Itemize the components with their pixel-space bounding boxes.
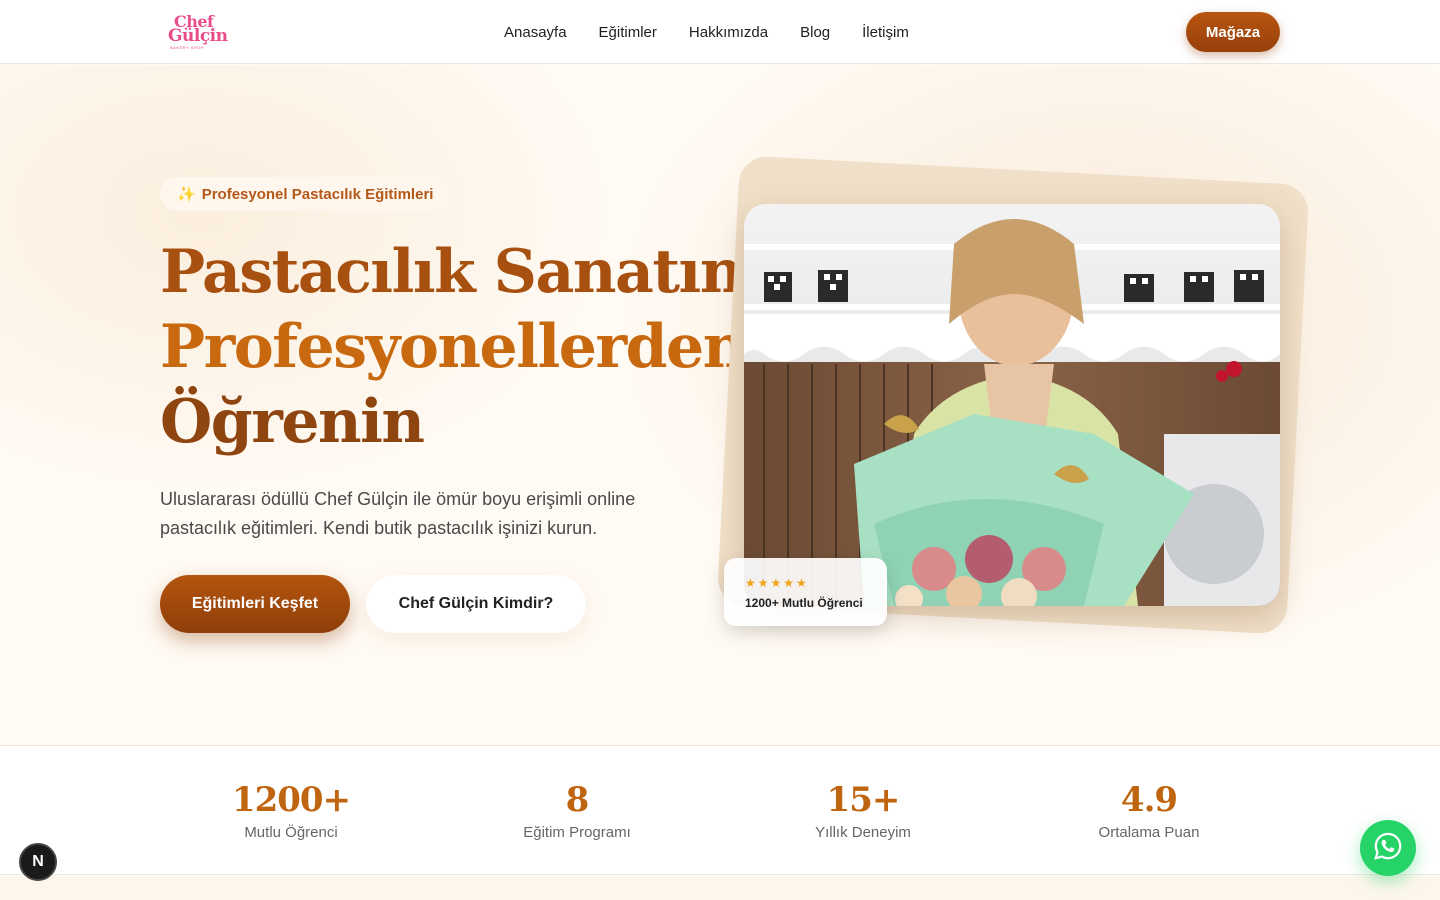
- stat-value: 8: [565, 780, 590, 820]
- logo-text-gulcin: Gülçin: [168, 26, 228, 46]
- logo[interactable]: Chef Gülçin BAKERY SHOP: [166, 12, 228, 52]
- whatsapp-icon: [1373, 831, 1403, 866]
- nav-link-hakkimizda[interactable]: Hakkımızda: [689, 24, 768, 41]
- hero-section: ✨ Profesyonel Pastacılık Eğitimleri Past…: [0, 65, 1440, 745]
- hero-title-line2: Profesyonellerden: [160, 312, 746, 382]
- stat-programs: 8 Eğitim Programı: [447, 774, 707, 841]
- stat-value: 15+: [826, 780, 901, 820]
- explore-courses-button[interactable]: Eğitimleri Keşfet: [160, 575, 350, 633]
- hero-description: Uluslararası ödüllü Chef Gülçin ile ömür…: [160, 489, 636, 538]
- stat-value: 4.9: [1120, 780, 1178, 820]
- star-rating: ★★★★★: [745, 576, 809, 590]
- nextjs-dev-indicator[interactable]: N: [19, 843, 57, 881]
- chef-photo: [744, 204, 1280, 606]
- stat-label: Eğitim Programı: [523, 824, 631, 841]
- hero-title-line1: Pastacılık Sanatını: [160, 237, 765, 307]
- stat-value: 1200+: [231, 780, 351, 820]
- rating-text: 1200+ Mutlu Öğrenci: [745, 596, 863, 610]
- nav-link-anasayfa[interactable]: Anasayfa: [504, 24, 567, 41]
- stat-label: Ortalama Puan: [1098, 824, 1200, 841]
- stat-students: 1200+ Mutlu Öğrenci: [161, 774, 421, 841]
- nav-link-iletisim[interactable]: İletişim: [862, 24, 909, 41]
- nav-link-egitimler[interactable]: Eğitimler: [599, 24, 657, 41]
- stat-experience: 15+ Yıllık Deneyim: [733, 774, 993, 841]
- next-section-edge: [0, 876, 1440, 900]
- nav-link-blog[interactable]: Blog: [800, 24, 830, 41]
- logo-tagline: BAKERY SHOP: [170, 45, 205, 50]
- about-chef-button[interactable]: Chef Gülçin Kimdir?: [366, 575, 586, 633]
- hero-badge-text: Profesyonel Pastacılık Eğitimleri: [201, 185, 434, 203]
- stats-section: 1200+ Mutlu Öğrenci 8 Eğitim Programı 15…: [0, 745, 1440, 875]
- stat-label: Mutlu Öğrenci: [244, 824, 338, 841]
- site-header: Chef Gülçin BAKERY SHOP Anasayfa Eğitiml…: [0, 0, 1440, 64]
- whatsapp-button[interactable]: [1360, 820, 1416, 876]
- sparkles-icon: ✨: [177, 186, 196, 203]
- shop-button[interactable]: Mağaza: [1186, 12, 1280, 52]
- stat-label: Yıllık Deneyim: [815, 824, 911, 841]
- rating-card: ★★★★★ 1200+ Mutlu Öğrenci: [724, 558, 887, 626]
- hero-title-line3: Öğrenin: [160, 387, 425, 457]
- hero-badge: ✨ Profesyonel Pastacılık Eğitimleri: [160, 177, 451, 211]
- main-nav: Anasayfa Eğitimler Hakkımızda Blog İleti…: [504, 0, 941, 64]
- stat-rating: 4.9 Ortalama Puan: [1019, 774, 1279, 841]
